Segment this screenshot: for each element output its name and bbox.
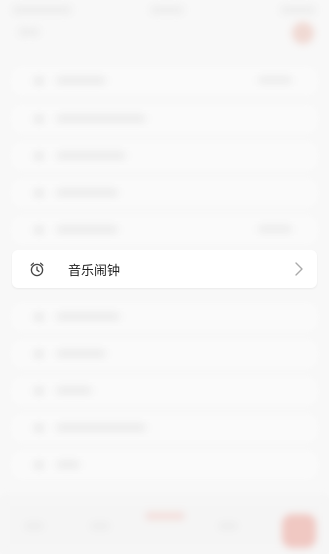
alarm-item-label: 音乐闹钟	[68, 264, 121, 279]
chevron-right-icon	[295, 262, 303, 276]
alarm-clock-icon	[30, 262, 44, 277]
alarm-list-item[interactable]: 音乐闹钟	[12, 250, 317, 288]
